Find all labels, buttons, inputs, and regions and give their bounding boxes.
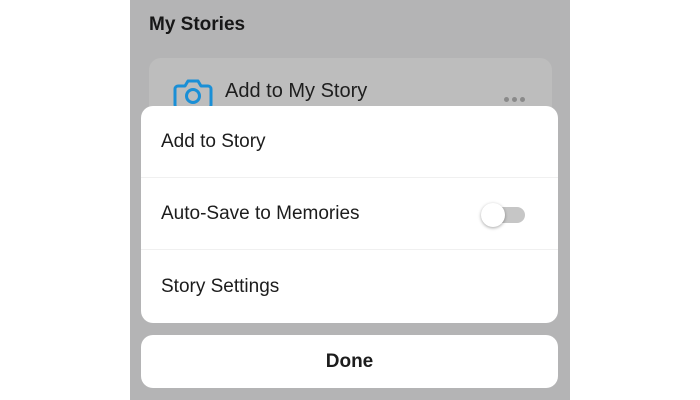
add-to-story-label: Add to Story xyxy=(161,130,266,152)
action-sheet: Add to Story Auto-Save to Memories Story… xyxy=(141,106,558,323)
story-row-label: Add to My Story xyxy=(225,80,368,102)
auto-save-memories-item[interactable]: Auto-Save to Memories xyxy=(141,178,558,250)
phone-screen: My Stories Add to My Story Add to Story … xyxy=(130,0,570,400)
done-button[interactable]: Done xyxy=(141,335,558,388)
more-dots-icon[interactable] xyxy=(504,89,528,102)
add-to-story-item[interactable]: Add to Story xyxy=(141,106,558,178)
story-settings-label: Story Settings xyxy=(161,275,280,297)
camera-icon xyxy=(173,79,213,110)
section-title: My Stories xyxy=(149,14,246,35)
auto-save-memories-label: Auto-Save to Memories xyxy=(161,202,360,224)
story-settings-item[interactable]: Story Settings xyxy=(141,250,558,323)
toggle-knob xyxy=(481,203,505,227)
auto-save-toggle[interactable] xyxy=(481,202,527,227)
